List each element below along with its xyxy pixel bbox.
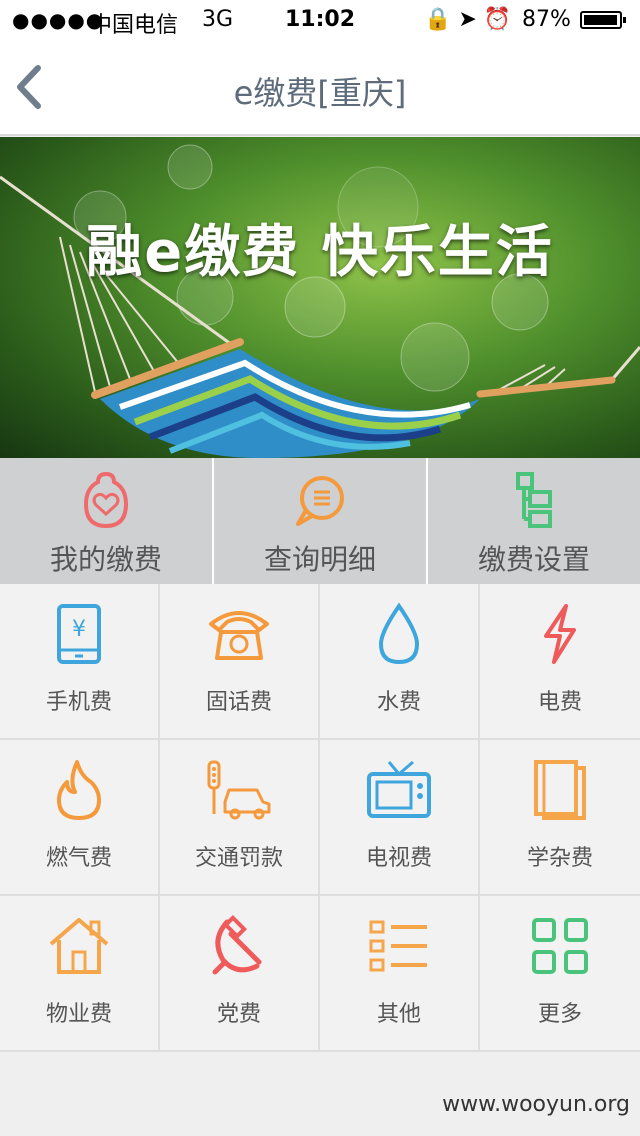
service-gas[interactable]: 燃气费 [0, 740, 160, 896]
quick-actions: 我的缴费 查询明细 缴费设置 [0, 458, 640, 584]
hammer-sickle-icon [212, 914, 262, 975]
status-icons: 🔒 ➤ ⏰ [424, 7, 512, 32]
battery-percentage: 87% [522, 7, 571, 32]
service-traffic-fine[interactable]: 交通罚款 [160, 740, 320, 896]
service-mobile[interactable]: ¥ 手机费 [0, 584, 160, 740]
chat-list-icon [296, 476, 344, 526]
list-icon [369, 920, 427, 972]
service-label: 电费 [537, 690, 582, 715]
status-bar: ●●●●● 中国电信 3G 11:02 🔒 ➤ ⏰ 87% [0, 0, 640, 40]
service-water[interactable]: 水费 [320, 584, 480, 740]
service-label: 水费 [376, 690, 421, 715]
service-landline[interactable]: 固话费 [160, 584, 320, 740]
service-label: 其他 [376, 1002, 421, 1027]
grid-more-icon [532, 918, 588, 974]
service-electricity[interactable]: 电费 [480, 584, 640, 740]
quick-query-details[interactable]: 查询明细 [214, 458, 426, 584]
service-label: 交通罚款 [194, 846, 283, 871]
service-label: 党费 [216, 1002, 261, 1027]
tv-icon [367, 760, 431, 818]
service-grid: ¥ 手机费 固话费 水费 电费 燃气费 交通罚款 电视费 学杂费 物业费 党费 … [0, 584, 640, 1052]
battery-icon [580, 11, 626, 29]
svg-text:¥: ¥ [72, 617, 86, 642]
service-label: 物业费 [45, 1002, 112, 1027]
settings-blocks-icon [516, 472, 552, 528]
service-property[interactable]: 物业费 [0, 896, 160, 1052]
quick-label: 我的缴费 [49, 543, 162, 576]
books-icon [534, 760, 586, 820]
house-icon [49, 918, 109, 974]
promo-banner[interactable]: 融e缴费 快乐生活 [0, 137, 640, 458]
service-label: 电视费 [365, 846, 432, 871]
banner-slogan: 融e缴费 快乐生活 [86, 220, 554, 285]
service-more[interactable]: 更多 [480, 896, 640, 1052]
watermark: www.wooyun.org [442, 1092, 630, 1117]
service-party-dues[interactable]: 党费 [160, 896, 320, 1052]
quick-my-payments[interactable]: 我的缴费 [0, 458, 212, 584]
traffic-car-icon [207, 760, 271, 820]
hammock-illustration [0, 144, 640, 458]
telephone-icon [209, 611, 269, 660]
quick-payment-settings[interactable]: 缴费设置 [428, 458, 640, 584]
service-label: 固话费 [205, 690, 272, 715]
mobile-yen-icon: ¥ [57, 604, 101, 664]
lightning-icon [544, 604, 576, 664]
quick-label: 查询明细 [263, 543, 376, 576]
service-tv[interactable]: 电视费 [320, 740, 480, 896]
page-title: e缴费[重庆] [233, 74, 407, 112]
navigation-bar: e缴费[重庆] [0, 40, 640, 136]
service-label: 更多 [537, 1002, 582, 1027]
service-label: 学杂费 [526, 846, 593, 871]
flame-icon [57, 760, 101, 820]
water-drop-icon [378, 602, 420, 665]
service-label: 手机费 [45, 690, 112, 715]
piggy-bank-icon [83, 471, 129, 529]
service-other[interactable]: 其他 [320, 896, 480, 1052]
service-label: 燃气费 [45, 846, 112, 871]
quick-label: 缴费设置 [477, 543, 590, 576]
service-tuition[interactable]: 学杂费 [480, 740, 640, 896]
